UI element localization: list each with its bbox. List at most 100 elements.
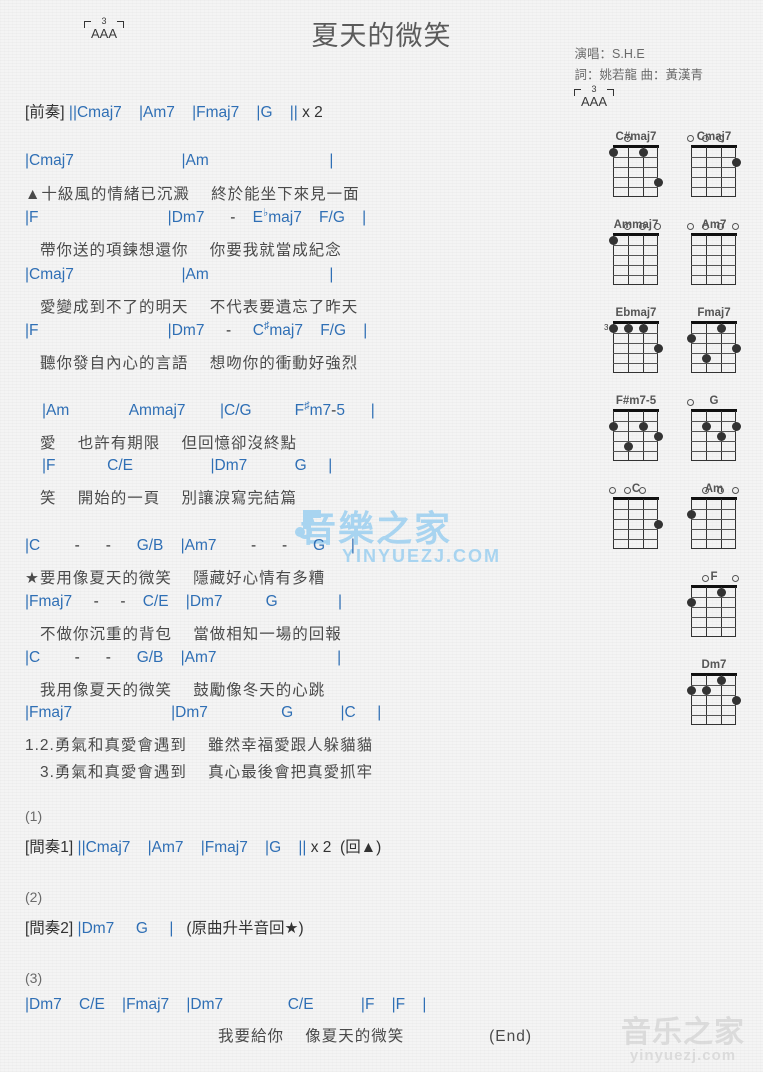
fret-line bbox=[691, 695, 736, 696]
open-string-marker bbox=[638, 223, 646, 230]
open-string-marker bbox=[701, 487, 709, 494]
chord-line-end1: |Dm7 C/E |Fmaj7 |Dm7 C/E |F |F | bbox=[25, 996, 427, 1013]
fretboard-grid: 3 bbox=[604, 321, 663, 373]
fret-line bbox=[613, 363, 658, 364]
fret-line bbox=[691, 177, 736, 178]
open-string-marker bbox=[701, 135, 709, 142]
string-line bbox=[706, 499, 707, 549]
string-line bbox=[706, 587, 707, 637]
fret-grid-outline bbox=[691, 499, 736, 549]
chord-line-int2: [間奏2] |Dm7 G | (原曲升半音回★) bbox=[25, 920, 304, 937]
open-string-marker bbox=[716, 223, 724, 230]
string-line bbox=[706, 675, 707, 725]
chord-diagram-csmaj7: C#maj7 bbox=[600, 130, 672, 197]
string-line bbox=[706, 147, 707, 197]
note-line-n1: (1) bbox=[25, 808, 43, 824]
fret-line bbox=[691, 157, 736, 158]
finger-dot bbox=[686, 333, 696, 343]
fret-line bbox=[691, 255, 736, 256]
chord-diagram-label: Dm7 bbox=[701, 659, 727, 671]
chord-line-v1c2: |F |Dm7 - E♭maj7 F/G | bbox=[25, 206, 367, 226]
fret-line bbox=[691, 187, 736, 188]
finger-dot bbox=[686, 597, 696, 607]
fret-line bbox=[613, 451, 658, 452]
fret-grid-outline bbox=[691, 675, 736, 725]
chord-diagram-label: Am bbox=[704, 483, 724, 495]
open-string-marker bbox=[638, 487, 646, 494]
string-line bbox=[628, 235, 629, 285]
chord-diagram-label: C#maj7 bbox=[615, 131, 657, 143]
string-line bbox=[706, 411, 707, 461]
finger-dot bbox=[701, 685, 711, 695]
lyric-line-v2l1: 愛變成到不了的明天 不代表要遺忘了昨天 bbox=[40, 299, 359, 316]
fret-line bbox=[691, 245, 736, 246]
chord-diagram-fsm7-5: F#m7-5 bbox=[600, 394, 672, 461]
fret-grid-outline bbox=[691, 323, 736, 373]
lyric-line-end2: 我要給你 像夏天的微笑 (End) bbox=[218, 1028, 533, 1045]
fret-line bbox=[691, 705, 736, 706]
lyric-line-v1l2: 帶你送的項鍊想還你 你要我就當成紀念 bbox=[40, 242, 342, 259]
fret-grid-outline bbox=[613, 235, 658, 285]
lyric-line-pl1: 愛 也許有期限 但回憶卻沒終點 bbox=[40, 435, 297, 452]
finger-dot bbox=[638, 147, 648, 157]
chord-diagram-dm7: Dm7 bbox=[678, 658, 750, 725]
fret-line bbox=[691, 715, 736, 716]
fret-line bbox=[691, 451, 736, 452]
song-sheet: 夏天的微笑 3 AAA 3 AAA 演唱：S.H.E 詞：姚若龍 曲：黃漢青 [… bbox=[0, 0, 763, 1072]
open-string-marker bbox=[701, 223, 709, 230]
string-line bbox=[706, 235, 707, 285]
chord-line-v1c1: |Cmaj7 |Am | bbox=[25, 152, 334, 169]
finger-dot bbox=[701, 353, 711, 363]
open-string-marker bbox=[716, 135, 724, 142]
chord-diagram-fmaj7: Fmaj7 bbox=[678, 306, 750, 373]
finger-dot bbox=[701, 421, 711, 431]
fret-line bbox=[691, 539, 736, 540]
fret-grid-outline bbox=[691, 411, 736, 461]
lyric-line-ch2l1: 我用像夏天的微笑 鼓勵像冬天的心跳 bbox=[40, 682, 326, 699]
string-line bbox=[643, 499, 644, 549]
fret-line bbox=[691, 607, 736, 608]
fret-line bbox=[691, 167, 736, 168]
open-string-marker bbox=[701, 575, 709, 582]
fret-line bbox=[613, 255, 658, 256]
chord-diagram-am7: Am7 bbox=[678, 218, 750, 285]
open-string-marker bbox=[623, 487, 631, 494]
fret-grid-outline bbox=[613, 147, 658, 197]
fret-line bbox=[613, 333, 658, 334]
fretboard-grid bbox=[608, 487, 663, 549]
fret-grid-outline bbox=[691, 587, 736, 637]
lyric-line-ch1l2: 不做你沉重的背包 當做相知一場的回報 bbox=[40, 626, 342, 643]
fret-line bbox=[691, 343, 736, 344]
chord-diagram-label: F#m7-5 bbox=[615, 395, 657, 407]
fret-line bbox=[613, 275, 658, 276]
chord-line-v2c2: |F |Dm7 - C♯maj7 F/G | bbox=[25, 319, 368, 339]
chord-diagram-label: Fmaj7 bbox=[697, 307, 731, 319]
lyric-line-ch2l1b: 1.2.勇氣和真愛會遇到 雖然幸福愛跟人躲貓貓 bbox=[25, 737, 374, 754]
chord-line-ch2c2: |Fmaj7 |Dm7 G |C | bbox=[25, 704, 382, 721]
chord-diagram-c: C bbox=[600, 482, 672, 549]
fretboard-grid bbox=[686, 487, 739, 549]
fret-line bbox=[691, 431, 736, 432]
chord-lyric-body: [前奏] ||Cmaj7 |Am7 |Fmaj7 |G || x 2 |Cmaj7… bbox=[0, 0, 600, 1072]
finger-dot bbox=[653, 343, 663, 353]
lyric-line-v1l1: ▲十級風的情緒已沉澱 終於能坐下來見一面 bbox=[25, 186, 360, 203]
fret-line bbox=[691, 529, 736, 530]
fret-line bbox=[613, 509, 658, 510]
chord-line-pc1: |Am Ammaj7 |C/G F♯m7-5 | bbox=[42, 399, 375, 419]
fret-line bbox=[613, 167, 658, 168]
fret-line bbox=[691, 519, 736, 520]
fretboard-grid bbox=[686, 673, 741, 725]
fret-line bbox=[613, 519, 658, 520]
chord-line-ch1c1: |C - - G/B |Am7 - - G | bbox=[25, 537, 355, 554]
open-string-marker bbox=[686, 223, 694, 230]
string-line bbox=[706, 323, 707, 373]
fret-line bbox=[691, 363, 736, 364]
note-line-n3: (3) bbox=[25, 970, 43, 986]
fret-line bbox=[691, 617, 736, 618]
finger-dot bbox=[638, 421, 648, 431]
base-fret-number: 3 bbox=[604, 323, 609, 332]
finger-dot bbox=[638, 323, 648, 333]
open-string-marker bbox=[731, 575, 739, 582]
fret-line bbox=[613, 245, 658, 246]
chord-diagram-label: Ebmaj7 bbox=[615, 307, 657, 319]
